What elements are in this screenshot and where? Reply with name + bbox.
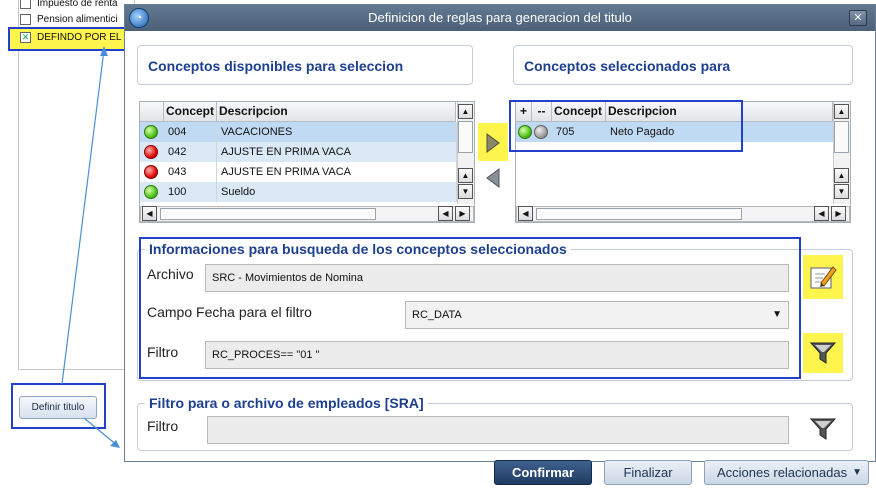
- cell-code: 004: [164, 122, 217, 142]
- scroll-up-icon[interactable]: ▲: [834, 104, 849, 119]
- list-item-label: Impuesto de renta: [37, 0, 118, 9]
- scroll-down-icon[interactable]: ▼: [834, 184, 849, 199]
- filtro-field[interactable]: RC_PROCES== "01 ": [205, 341, 789, 369]
- related-actions-label: Acciones relacionadas: [717, 465, 848, 480]
- confirm-button[interactable]: Confirmar: [494, 460, 592, 485]
- scroll-thumb[interactable]: [536, 208, 742, 220]
- scroll-up-icon[interactable]: ▲: [458, 104, 473, 119]
- chevron-down-icon: ▼: [852, 467, 862, 478]
- list-item[interactable]: Pension alimentici: [20, 12, 132, 28]
- dialog-titlebar[interactable]: Definicion de reglas para generacion del…: [125, 5, 875, 31]
- rules-dialog: Definicion de reglas para generacion del…: [124, 4, 876, 462]
- campo-fecha-label: Campo Fecha para el filtro: [147, 304, 312, 320]
- cell-description: VACACIONES: [217, 122, 457, 142]
- column-header-description[interactable]: Descripcion: [217, 102, 456, 122]
- chevron-down-icon[interactable]: ▼: [772, 302, 782, 328]
- scroll-right-icon[interactable]: ▶: [455, 206, 470, 221]
- filter-icon[interactable]: [809, 339, 837, 367]
- table-row[interactable]: 042 AJUSTE EN PRIMA VACA: [140, 142, 457, 162]
- scroll-left-icon[interactable]: ◀: [814, 206, 829, 221]
- filtro-label: Filtro: [147, 344, 179, 360]
- archivo-field[interactable]: SRC - Movimientos de Nomina: [205, 264, 789, 292]
- scroll-thumb[interactable]: [458, 121, 473, 153]
- archivo-label: Archivo: [147, 266, 194, 282]
- scroll-left-icon[interactable]: ◀: [518, 206, 533, 221]
- status-green-icon: [144, 125, 158, 139]
- scroll-up-icon[interactable]: ▲: [458, 168, 473, 183]
- employee-filtro-field[interactable]: [207, 416, 789, 444]
- scroll-left-icon[interactable]: ◀: [438, 206, 453, 221]
- arrowhead-icon: [110, 440, 120, 448]
- scroll-right-icon[interactable]: ▶: [831, 206, 846, 221]
- app-logo-icon: ◔: [129, 8, 149, 28]
- status-green-icon: [144, 185, 158, 199]
- status-red-icon: [144, 165, 158, 179]
- checkbox-icon[interactable]: [20, 0, 31, 9]
- table-row[interactable]: 043 AJUSTE EN PRIMA VACA: [140, 162, 457, 182]
- cell-code: 100: [164, 182, 217, 202]
- campo-fecha-value: RC_DATA: [412, 309, 462, 321]
- cell-description: AJUSTE EN PRIMA VACA: [217, 142, 457, 162]
- panel-title: Conceptos seleccionados para: [524, 58, 731, 74]
- column-header-status: [140, 102, 164, 122]
- move-right-button[interactable]: [485, 132, 501, 154]
- scroll-thumb[interactable]: [834, 121, 849, 153]
- cell-description: Sueldo: [217, 182, 457, 202]
- edit-icon[interactable]: [809, 263, 837, 291]
- table-row[interactable]: 004 VACACIONES: [140, 122, 457, 142]
- list-item-label: Pension alimentici: [37, 14, 118, 25]
- table-row[interactable]: 100 Sueldo: [140, 182, 457, 202]
- scroll-up-icon[interactable]: ▲: [834, 168, 849, 183]
- annotation-box: [509, 100, 743, 152]
- define-title-button[interactable]: Definir titulo: [19, 396, 97, 419]
- finalize-button[interactable]: Finalizar: [604, 460, 692, 485]
- cell-code: 043: [164, 162, 217, 182]
- cell-description: AJUSTE EN PRIMA VACA: [217, 162, 457, 182]
- employee-filtro-label: Filtro: [147, 418, 179, 434]
- dialog-title: Definicion de reglas para generacion del…: [368, 10, 632, 25]
- status-red-icon: [144, 145, 158, 159]
- selected-panel-header: Conceptos seleccionados para: [513, 45, 853, 85]
- filter-icon[interactable]: [809, 415, 837, 443]
- cell-code: 042: [164, 142, 217, 162]
- background-list: [18, 0, 135, 370]
- scroll-thumb[interactable]: [160, 208, 376, 220]
- available-panel-header: Conceptos disponibles para seleccion: [137, 45, 473, 85]
- list-item[interactable]: Impuesto de renta: [20, 0, 132, 12]
- scroll-left-icon[interactable]: ◀: [142, 206, 157, 221]
- column-header-concept[interactable]: Concept: [164, 102, 217, 122]
- checkbox-icon[interactable]: [20, 13, 31, 25]
- group-legend: Filtro para o archivo de empleados [SRA]: [145, 395, 428, 411]
- panel-title: Conceptos disponibles para seleccion: [148, 58, 404, 74]
- close-button[interactable]: ✕: [849, 10, 867, 26]
- related-actions-button[interactable]: Acciones relacionadas ▼: [704, 460, 869, 485]
- move-left-button[interactable]: [485, 167, 501, 189]
- available-concepts-grid: Concept Descripcion 004 VACACIONES 042 A…: [139, 101, 475, 223]
- campo-fecha-select[interactable]: RC_DATA ▼: [405, 301, 789, 329]
- scroll-down-icon[interactable]: ▼: [458, 184, 473, 199]
